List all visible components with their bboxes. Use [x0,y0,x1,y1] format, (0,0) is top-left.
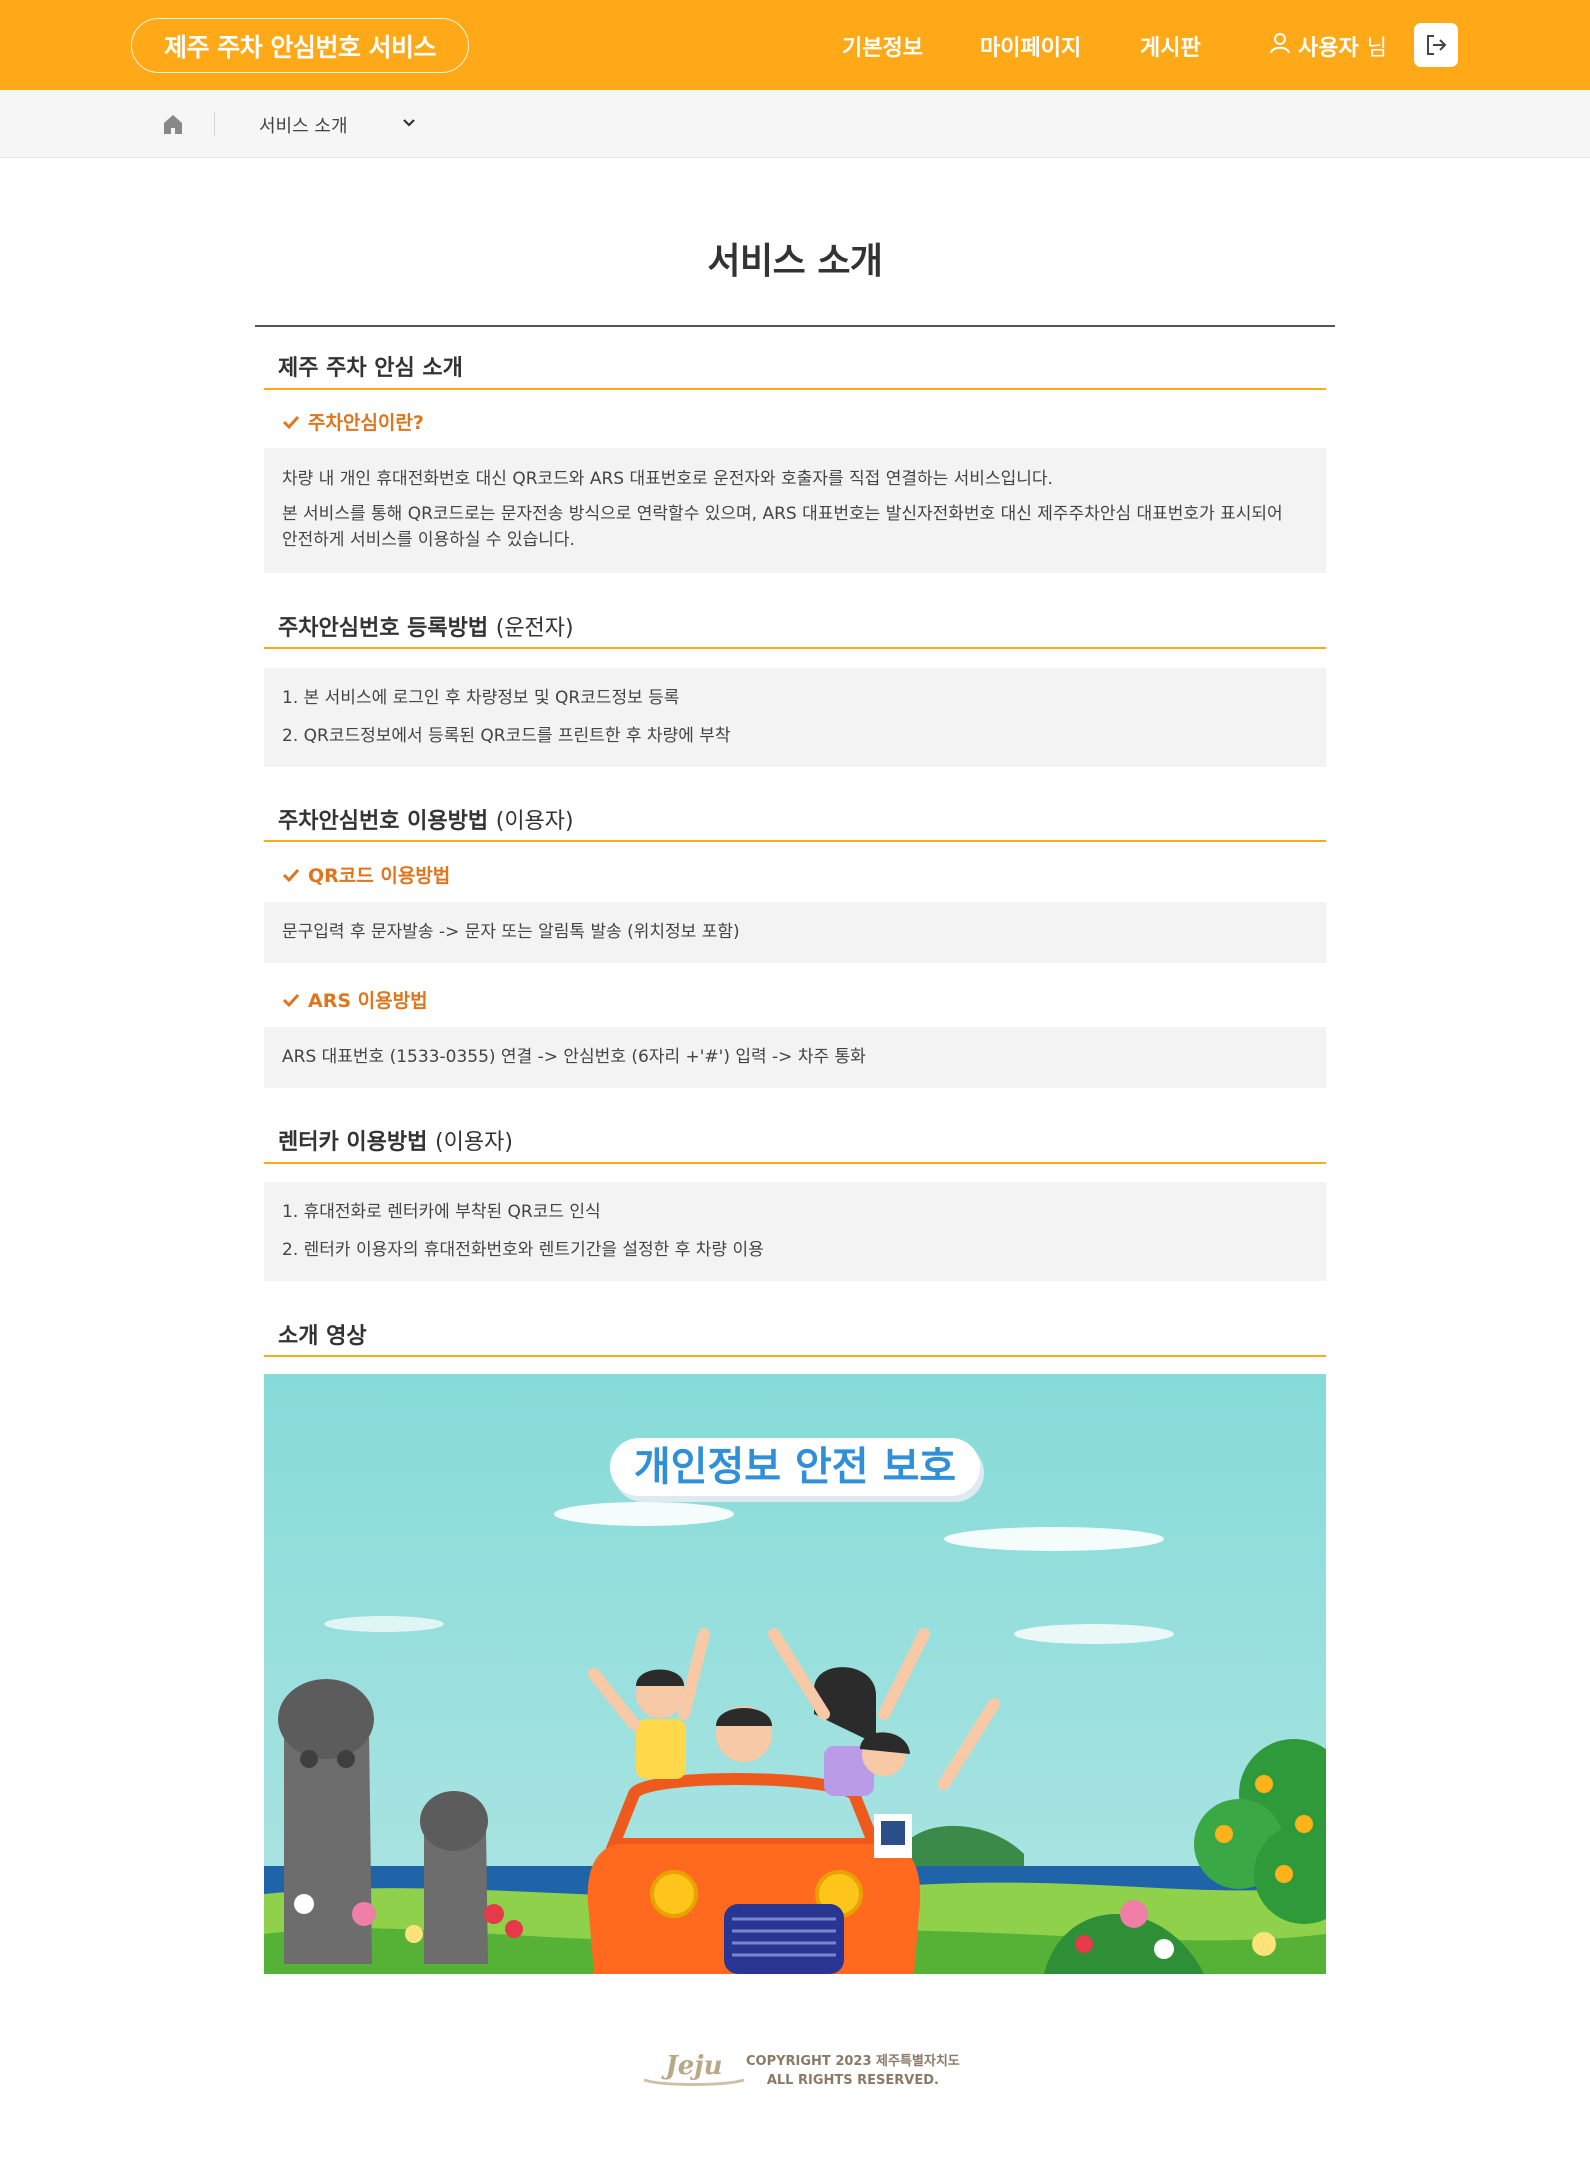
section-title-text: 주차안심번호 등록방법 [278,616,489,641]
section-rentcar-title: 렌터카 이용방법 (이용자) [264,1124,1326,1156]
user-menu[interactable]: 사용자 님 [1270,30,1387,62]
check-icon [282,993,300,1007]
section-usage-title: 주차안심번호 이용방법 (이용자) [264,803,1326,835]
jeju-logo: Jeju [643,2051,745,2086]
rentcar-step: 1. 휴대전화로 렌터카에 부착된 QR코드 인식 [282,1202,601,1222]
rentcar-box: 1. 휴대전화로 렌터카에 부착된 QR코드 인식 2. 렌터카 이용자의 휴대… [264,1182,1326,1281]
section-divider [264,1355,1326,1357]
sub-heading-text: 주차안심이란? [308,412,424,434]
sub-heading-ars: ARS 이용방법 [282,986,428,1013]
brand-logo-link[interactable]: 제주 주차 안심번호 서비스 [131,18,469,73]
breadcrumb: 서비스 소개 [0,90,1590,158]
section-divider [264,388,1326,390]
sub-heading-qr: QR코드 이용방법 [282,861,450,888]
section-video-title: 소개 영상 [278,1324,367,1349]
jeju-logo-text: Jeju [660,2051,722,2081]
video-frame-illustration: 개인정보 안전 보호 [264,1374,1326,1974]
nav-mypage[interactable]: 마이페이지 [980,30,1081,62]
footer-copyright: COPYRIGHT 2023 제주특별자치도 ALL RIGHTS RESERV… [746,2052,960,2090]
check-icon [282,868,300,882]
section-intro-title: 제주 주차 안심 소개 [278,356,463,381]
page-title: 서비스 소개 [707,241,883,282]
qr-usage-text: 문구입력 후 문자발송 -> 문자 또는 알림톡 발송 (위치정보 포함) [282,922,740,942]
home-icon[interactable] [162,113,184,135]
nav-basic-info[interactable]: 기본정보 [842,30,923,62]
user-name: 사용자 [1298,36,1359,61]
register-box: 1. 본 서비스에 로그인 후 차량정보 및 QR코드정보 등록 2. QR코드… [264,668,1326,767]
section-title-text: 렌터카 이용방법 [278,1130,428,1155]
ars-usage-text: ARS 대표번호 (1533-0355) 연결 -> 안심번호 (6자리 +'#… [282,1047,866,1067]
chevron-down-icon[interactable] [400,114,418,132]
section-title-paren: (이용자) [495,809,574,834]
intro-line: 안전하게 서비스를 이용하실 수 있습니다. [282,530,575,550]
section-register-title: 주차안심번호 등록방법 (운전자) [264,610,1326,642]
section-divider [264,1162,1326,1164]
rentcar-step: 2. 렌터카 이용자의 휴대전화번호와 렌트기간을 설정한 후 차량 이용 [282,1240,764,1260]
section-title-paren: (이용자) [435,1130,513,1155]
intro-line: 차량 내 개인 휴대전화번호 대신 QR코드와 ARS 대표번호로 운전자와 호… [282,469,1053,489]
intro-box: 차량 내 개인 휴대전화번호 대신 QR코드와 ARS 대표번호로 운전자와 호… [264,448,1326,573]
video-banner-text: 개인정보 안전 보호 [634,1444,956,1490]
logout-icon [1427,35,1447,55]
copyright-line: COPYRIGHT 2023 제주특별자치도 [746,2054,960,2069]
breadcrumb-current[interactable]: 서비스 소개 [259,112,348,138]
nav-board[interactable]: 게시판 [1140,30,1201,62]
register-step: 2. QR코드정보에서 등록된 QR코드를 프린트한 후 차량에 부착 [282,726,731,746]
intro-line: 본 서비스를 통해 QR코드로는 문자전송 방식으로 연락할수 있으며, ARS… [282,504,1283,524]
check-icon [282,415,300,429]
breadcrumb-divider [214,112,215,136]
user-icon [1270,32,1290,60]
sub-heading-what-is: 주차안심이란? [282,408,424,435]
section-divider [264,840,1326,842]
register-step: 1. 본 서비스에 로그인 후 차량정보 및 QR코드정보 등록 [282,688,680,708]
top-header: 제주 주차 안심번호 서비스 기본정보 마이페이지 게시판 사용자 님 [0,0,1590,90]
section-title-text: 주차안심번호 이용방법 [278,809,489,834]
logout-button[interactable] [1414,23,1458,67]
copyright-line: ALL RIGHTS RESERVED. [766,2073,939,2088]
section-title-paren: (운전자) [495,616,574,641]
sub-heading-text: QR코드 이용방법 [308,865,451,887]
title-divider [255,325,1335,327]
qr-usage-box: 문구입력 후 문자발송 -> 문자 또는 알림톡 발송 (위치정보 포함) [264,902,1326,963]
user-suffix: 님 [1366,36,1387,61]
sub-heading-text: ARS 이용방법 [308,990,428,1012]
section-divider [264,647,1326,649]
ars-usage-box: ARS 대표번호 (1533-0355) 연결 -> 안심번호 (6자리 +'#… [264,1027,1326,1088]
intro-video[interactable]: 개인정보 안전 보호 [264,1374,1326,1974]
